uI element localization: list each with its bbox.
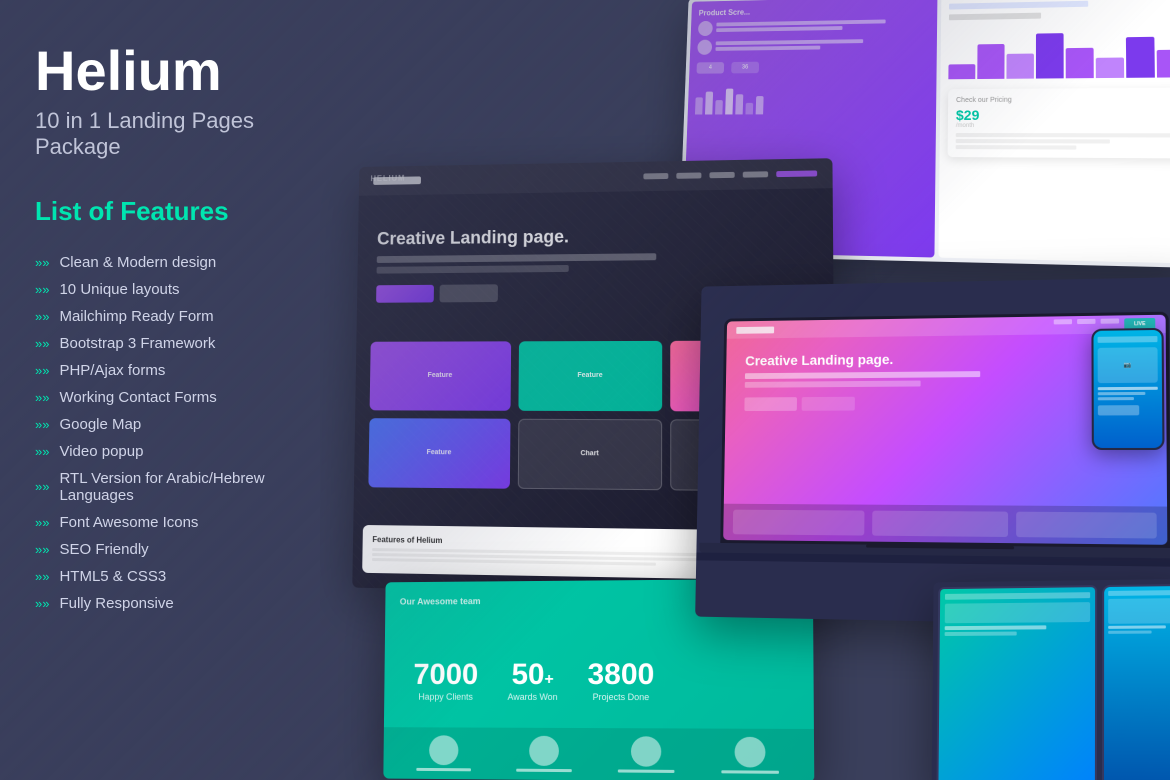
feature-bullet-mailchimp: »» [35, 309, 49, 324]
feature-bullet-seo: »» [35, 542, 49, 557]
team-member-4 [702, 737, 799, 774]
feature-label-clean-design: Clean & Modern design [59, 254, 216, 271]
product-title: Product Scre... [699, 4, 930, 17]
feature-list: »» Clean & Modern design »» 10 Unique layou… [35, 249, 305, 617]
feature-bullet-unique-layouts: »» [35, 282, 49, 297]
feature-item-clean-design: »» Clean & Modern design [35, 249, 305, 276]
feature-bullet-html5: »» [35, 569, 49, 584]
team-member-3 [599, 736, 694, 773]
team-section [383, 727, 814, 780]
team-member-1 [398, 735, 490, 771]
feature-bullet-contact-forms: »» [35, 390, 49, 405]
brand-title: Helium [35, 40, 305, 102]
feature-item-contact-forms: »» Working Contact Forms [35, 384, 305, 411]
brand-subtitle: 10 in 1 Landing Pages Package [35, 108, 305, 160]
feat-card-1: Feature [370, 341, 511, 410]
teal-stat-50: 50+ [508, 658, 558, 692]
feature-label-font-awesome: Font Awesome Icons [59, 514, 198, 531]
feature-item-php-ajax: »» PHP/Ajax forms [35, 357, 305, 384]
feature-label-php-ajax: PHP/Ajax forms [59, 362, 165, 379]
screenshots-area: Product Scre... 4 [320, 0, 1170, 780]
feature-item-video-popup: »» Video popup [35, 438, 305, 465]
team-label: Our Awesome team [400, 596, 481, 606]
product-avatar-2 [697, 40, 712, 55]
product-avatar [698, 21, 713, 36]
left-panel: Helium 10 in 1 Landing Pages Package Lis… [0, 0, 340, 780]
feature-bullet-php-ajax: »» [35, 363, 49, 378]
feature-item-font-awesome: »» Font Awesome Icons [35, 509, 305, 536]
feature-item-rtl: »» RTL Version for Arabic/Hebrew Language… [35, 465, 305, 509]
feat-card-5: Chart [517, 418, 662, 489]
feature-bullet-rtl: »» [35, 479, 49, 494]
mock-laptop: LIVE Creative Landing page. [695, 277, 1170, 627]
feature-label-rtl: RTL Version for Arabic/Hebrew Languages [59, 470, 305, 504]
teal-stat-clients: Happy Clients [413, 692, 478, 702]
feature-label-mailchimp: Mailchimp Ready Form [59, 308, 213, 325]
feature-item-google-map: »» Google Map [35, 411, 305, 438]
feat-card-4: Feature [368, 418, 510, 489]
teal-stat-3800: 3800 [587, 658, 654, 692]
teal-stat-projects: Projects Done [587, 692, 654, 702]
team-member-2 [497, 736, 590, 773]
feature-item-seo: »» SEO Friendly [35, 536, 305, 563]
teal-stat-7000: 7000 [413, 658, 478, 692]
pricing-plan: $29 [956, 106, 1170, 123]
feature-label-responsive: Fully Responsive [59, 595, 173, 612]
feat-card-2: Feature [518, 340, 662, 410]
feature-bullet-font-awesome: »» [35, 515, 49, 530]
teal-stat-awards: Awards Won [508, 692, 558, 702]
phone-overlay: 📷 [1091, 328, 1164, 450]
feature-label-bootstrap: Bootstrap 3 Framework [59, 335, 215, 352]
feature-label-google-map: Google Map [59, 416, 141, 433]
feature-label-video-popup: Video popup [59, 443, 143, 460]
features-heading: List of Features [35, 196, 305, 227]
feature-label-html5: HTML5 & CSS3 [59, 568, 166, 585]
feature-bullet-google-map: »» [35, 417, 49, 432]
feature-bullet-video-popup: »» [35, 444, 49, 459]
feature-item-html5: »» HTML5 & CSS3 [35, 563, 305, 590]
feature-label-seo: SEO Friendly [59, 541, 148, 558]
feature-item-mailchimp: »» Mailchimp Ready Form [35, 303, 305, 330]
feature-bullet-bootstrap: »» [35, 336, 49, 351]
feature-label-contact-forms: Working Contact Forms [59, 389, 216, 406]
feature-item-unique-layouts: »» 10 Unique layouts [35, 276, 305, 303]
feature-label-unique-layouts: 10 Unique layouts [59, 281, 179, 298]
hero-title: Creative Landing page. [377, 223, 813, 250]
feature-item-bootstrap: »» Bootstrap 3 Framework [35, 330, 305, 357]
feature-item-responsive: »» Fully Responsive [35, 590, 305, 617]
laptop-hero-title: Creative Landing page. [745, 348, 1145, 368]
feature-bullet-clean-design: »» [35, 255, 49, 270]
feature-bullet-responsive: »» [35, 596, 49, 611]
pricing-period: /month [956, 123, 1170, 129]
pricing-check-label: Check our Pricing [956, 96, 1170, 104]
mock-responsive [932, 579, 1170, 780]
